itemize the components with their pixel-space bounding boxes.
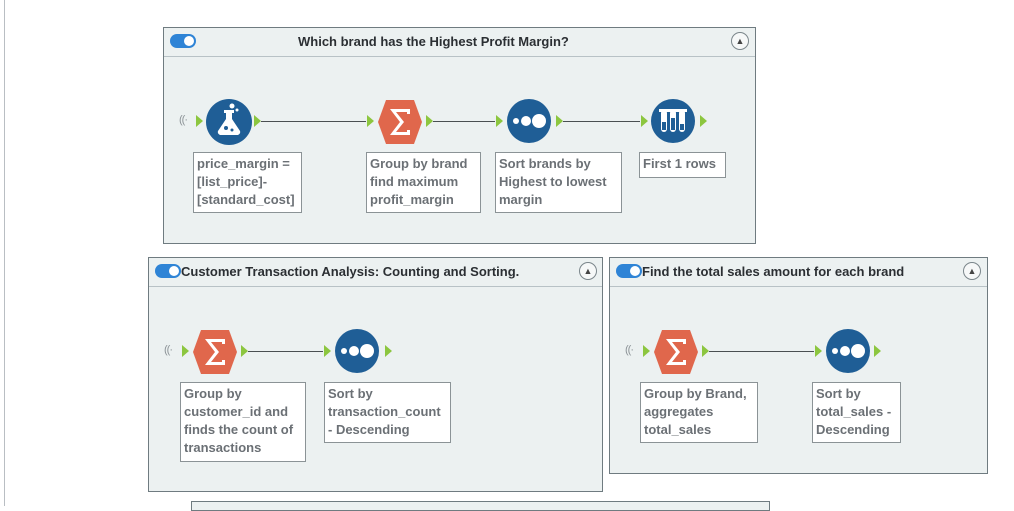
container-toggle[interactable] bbox=[170, 34, 196, 48]
toggle-knob bbox=[184, 36, 194, 46]
collapse-icon[interactable]: ▲ bbox=[731, 32, 749, 50]
annotation-note: Group by Brand, aggregates total_sales bbox=[640, 382, 758, 443]
container-header: Find the total sales amount for each bra… bbox=[610, 258, 987, 287]
input-anchor bbox=[182, 345, 189, 357]
container-title: Which brand has the Highest Profit Margi… bbox=[298, 34, 569, 49]
input-anchor bbox=[496, 115, 503, 127]
input-indicator-icon: ((· bbox=[179, 114, 188, 126]
input-anchor bbox=[815, 345, 822, 357]
summarize-tool-icon[interactable] bbox=[191, 328, 239, 376]
container-profit-margin[interactable]: Which brand has the Highest Profit Margi… bbox=[163, 27, 756, 244]
input-anchor bbox=[367, 115, 374, 127]
output-anchor bbox=[241, 345, 248, 357]
container-title: Customer Transaction Analysis: Counting … bbox=[181, 264, 520, 279]
container-total-sales[interactable]: Find the total sales amount for each bra… bbox=[609, 257, 988, 474]
collapse-icon[interactable]: ▲ bbox=[579, 262, 597, 280]
input-indicator-icon: ((· bbox=[164, 344, 173, 356]
container-toggle[interactable] bbox=[155, 264, 181, 278]
output-anchor bbox=[254, 115, 261, 127]
formula-tool-icon[interactable] bbox=[205, 98, 253, 146]
output-anchor bbox=[385, 345, 392, 357]
input-anchor bbox=[641, 115, 648, 127]
annotation-note: Sort by transaction_count - Descending bbox=[324, 382, 451, 443]
container-title: Find the total sales amount for each bra… bbox=[642, 264, 905, 279]
input-anchor bbox=[196, 115, 203, 127]
input-anchor bbox=[643, 345, 650, 357]
annotation-note: Group by brand find maximum profit_margi… bbox=[366, 152, 481, 213]
input-indicator-icon: ((· bbox=[625, 344, 634, 356]
container-partial[interactable] bbox=[191, 501, 770, 511]
summarize-tool-icon[interactable] bbox=[376, 98, 424, 146]
output-anchor bbox=[700, 115, 707, 127]
toggle-knob bbox=[630, 266, 640, 276]
canvas-left-border bbox=[4, 0, 5, 506]
connection-line bbox=[248, 351, 323, 352]
sort-tool-icon[interactable] bbox=[506, 98, 552, 144]
annotation-note: Sort brands by Highest to lowest margin bbox=[495, 152, 622, 213]
toggle-knob bbox=[169, 266, 179, 276]
output-anchor bbox=[702, 345, 709, 357]
output-anchor bbox=[874, 345, 881, 357]
connection-line bbox=[433, 121, 495, 122]
annotation-note: First 1 rows bbox=[639, 152, 726, 178]
annotation-note: price_margin = [list_price]- [standard_c… bbox=[193, 152, 302, 213]
sample-tool-icon[interactable] bbox=[650, 98, 696, 144]
connection-line bbox=[261, 121, 366, 122]
container-header: Customer Transaction Analysis: Counting … bbox=[149, 258, 602, 287]
output-anchor bbox=[556, 115, 563, 127]
annotation-note: Sort by total_sales - Descending bbox=[812, 382, 901, 443]
connection-line bbox=[709, 351, 814, 352]
connection-line bbox=[563, 121, 640, 122]
container-header: Which brand has the Highest Profit Margi… bbox=[164, 28, 755, 57]
sort-tool-icon[interactable] bbox=[334, 328, 380, 374]
summarize-tool-icon[interactable] bbox=[652, 328, 700, 376]
input-anchor bbox=[324, 345, 331, 357]
output-anchor bbox=[426, 115, 433, 127]
collapse-icon[interactable]: ▲ bbox=[963, 262, 981, 280]
container-toggle[interactable] bbox=[616, 264, 642, 278]
sort-tool-icon[interactable] bbox=[825, 328, 871, 374]
annotation-note: Group by customer_id and finds the count… bbox=[180, 382, 306, 462]
container-customer-transaction[interactable]: Customer Transaction Analysis: Counting … bbox=[148, 257, 603, 492]
